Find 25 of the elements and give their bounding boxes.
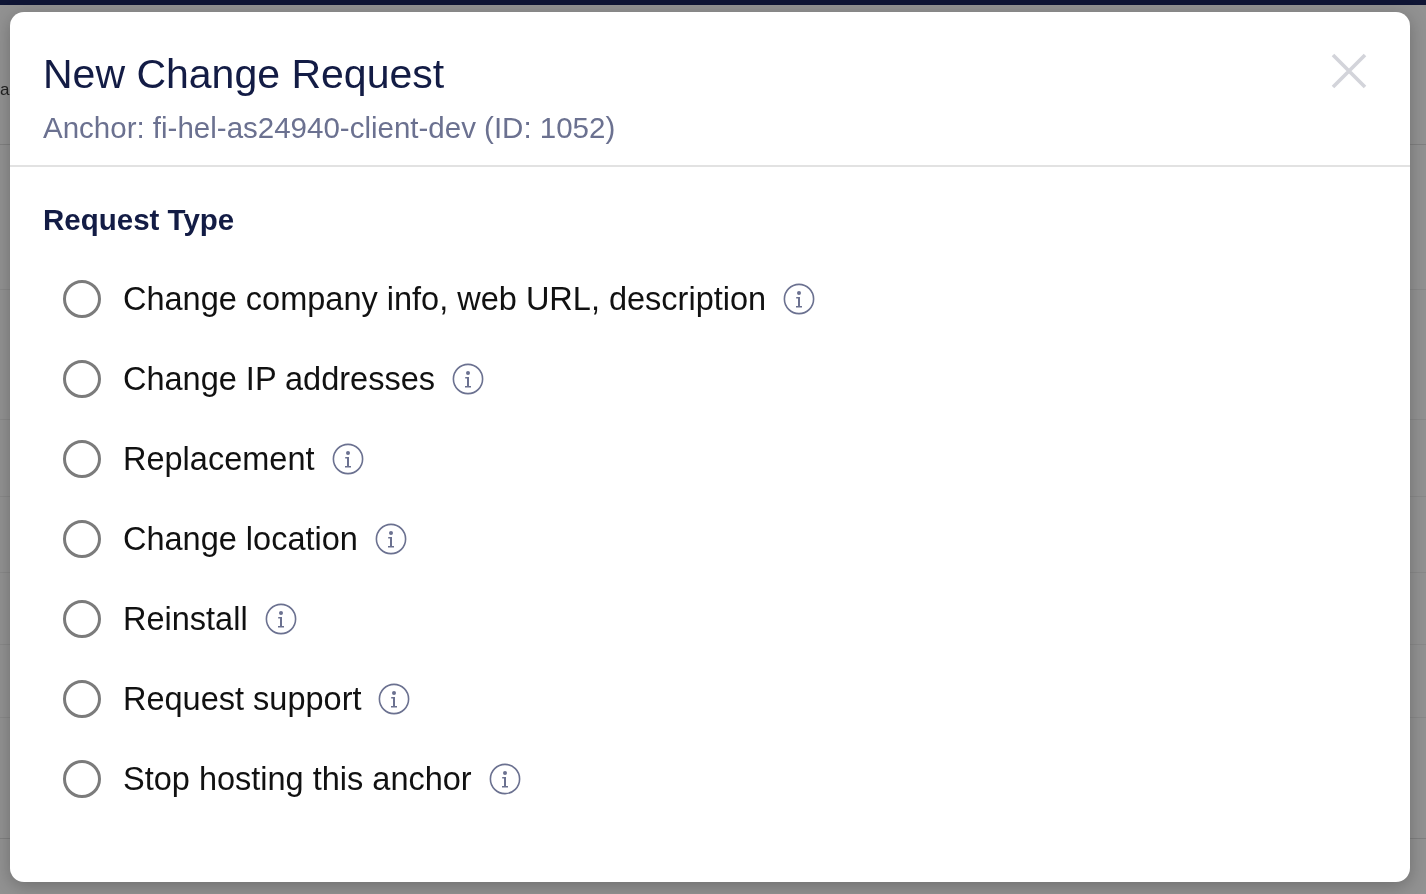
anchor-subtitle: Anchor: fi-hel-as24940-client-dev (ID: 1052) xyxy=(43,111,616,145)
info-icon[interactable] xyxy=(452,363,484,395)
radio-button[interactable] xyxy=(63,600,101,638)
radio-button[interactable] xyxy=(63,440,101,478)
info-icon[interactable] xyxy=(488,763,521,795)
option-label: Reinstall xyxy=(123,600,248,639)
info-icon[interactable] xyxy=(378,683,411,715)
radio-button[interactable] xyxy=(63,680,101,718)
info-icon[interactable] xyxy=(264,603,297,635)
radio-button[interactable] xyxy=(63,520,101,558)
info-icon[interactable] xyxy=(783,283,816,315)
option-label: Request support xyxy=(123,680,362,719)
info-icon[interactable] xyxy=(374,523,407,555)
option-label: Replacement xyxy=(123,440,315,479)
section-heading: Request Type xyxy=(43,203,235,237)
option-label: Stop hosting this anchor xyxy=(123,760,472,799)
option-label: Change location xyxy=(123,520,358,559)
info-icon[interactable] xyxy=(331,443,364,475)
dialog-title: New Change Request xyxy=(43,50,445,98)
radio-button[interactable] xyxy=(63,360,101,398)
background-text: a xyxy=(0,79,10,101)
radio-button[interactable] xyxy=(63,280,101,318)
option-label: Change company info, web URL, description xyxy=(123,280,767,319)
option-label: Change IP addresses xyxy=(123,360,435,399)
radio-button[interactable] xyxy=(63,760,101,798)
